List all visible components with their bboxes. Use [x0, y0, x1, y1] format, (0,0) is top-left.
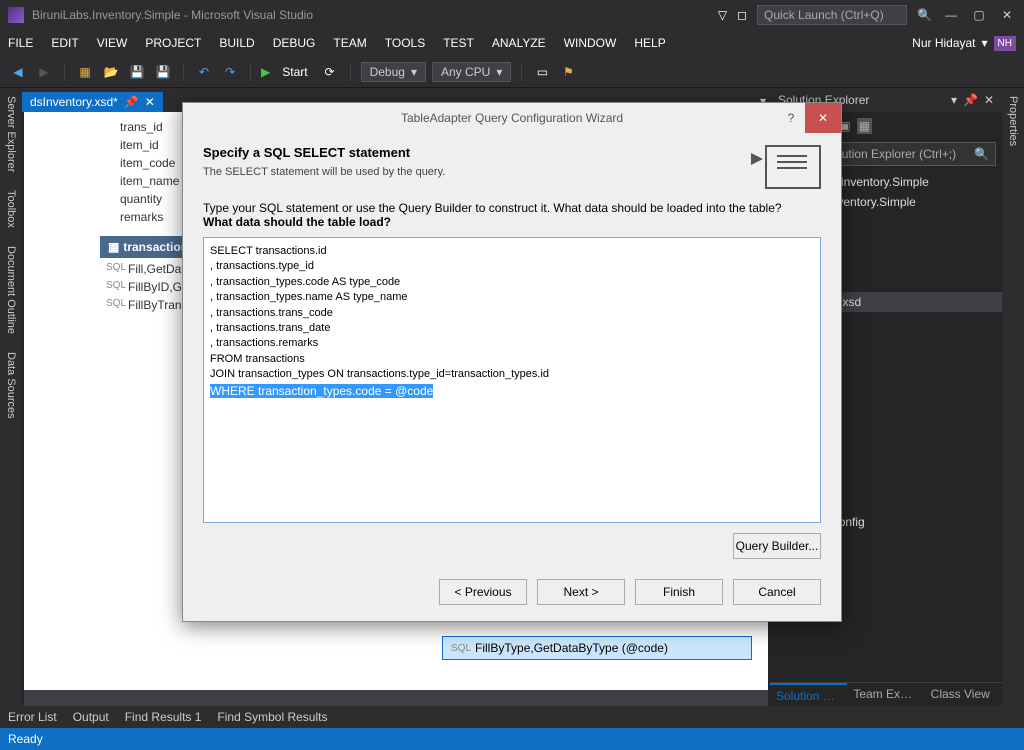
- menu-debug[interactable]: DEBUG: [273, 36, 316, 50]
- dialog-subheading: The SELECT statement will be used by the…: [203, 166, 753, 178]
- show-all-icon[interactable]: ▦: [857, 118, 872, 134]
- menu-window[interactable]: WINDOW: [564, 36, 617, 50]
- user-name[interactable]: Nur Hidayat: [912, 36, 975, 50]
- menu-project[interactable]: PROJECT: [145, 36, 201, 50]
- flag-icon[interactable]: ⚑: [558, 62, 578, 82]
- tab-data-sources[interactable]: Data Sources: [3, 350, 19, 421]
- menu-edit[interactable]: EDIT: [51, 36, 78, 50]
- dialog-help-icon[interactable]: ?: [777, 103, 805, 133]
- close-icon[interactable]: ✕: [998, 6, 1016, 24]
- horizontal-scrollbar[interactable]: [24, 690, 768, 706]
- tab-output[interactable]: Output: [73, 710, 109, 724]
- play-icon[interactable]: ▶: [261, 65, 270, 79]
- panel-menu-icon[interactable]: ▾: [951, 93, 957, 107]
- new-project-icon[interactable]: ▦: [75, 62, 95, 82]
- menu-test[interactable]: TEST: [443, 36, 474, 50]
- search-icon[interactable]: 🔍: [917, 8, 932, 22]
- tab-error-list[interactable]: Error List: [8, 710, 57, 724]
- pin-icon[interactable]: 📌: [124, 95, 139, 109]
- dialog-close-icon[interactable]: ✕: [805, 103, 841, 133]
- query-builder-button[interactable]: Query Builder...: [733, 533, 821, 559]
- next-button[interactable]: Next >: [537, 579, 625, 605]
- finish-button[interactable]: Finish: [635, 579, 723, 605]
- menu-tools[interactable]: TOOLS: [385, 36, 425, 50]
- status-bar: Ready: [0, 728, 1024, 750]
- user-badge[interactable]: NH: [994, 36, 1016, 51]
- nav-back-icon[interactable]: ◀: [8, 62, 28, 82]
- tab-server-explorer[interactable]: Server Explorer: [3, 94, 19, 174]
- start-button[interactable]: Start: [276, 65, 313, 79]
- nav-fwd-icon[interactable]: ▶: [34, 62, 54, 82]
- menu-analyze[interactable]: ANALYZE: [492, 36, 546, 50]
- vs-logo-icon: [8, 7, 24, 23]
- save-icon[interactable]: 💾: [127, 62, 147, 82]
- refresh-icon[interactable]: ⟳: [320, 62, 340, 82]
- wizard-glyph-icon: [765, 145, 821, 189]
- dialog-heading: Specify a SQL SELECT statement: [203, 145, 753, 160]
- menu-team[interactable]: TEAM: [333, 36, 366, 50]
- cancel-button[interactable]: Cancel: [733, 579, 821, 605]
- maximize-icon[interactable]: ▢: [970, 6, 988, 24]
- menu-file[interactable]: FILE: [8, 36, 33, 50]
- table-icon: ▦: [108, 240, 119, 254]
- document-tab[interactable]: dsInventory.xsd* 📌 ✕: [22, 92, 163, 112]
- panel-pin-icon[interactable]: 📌: [963, 93, 978, 107]
- quick-launch-input[interactable]: Quick Launch (Ctrl+Q): [757, 5, 907, 25]
- platform-select[interactable]: Any CPU▾: [432, 62, 511, 82]
- config-select[interactable]: Debug▾: [361, 62, 426, 82]
- window-title: BiruniLabs.Inventory.Simple - Microsoft …: [32, 8, 718, 22]
- panel-tab-team[interactable]: Team Explo...: [847, 683, 924, 706]
- tab-close-icon[interactable]: ✕: [145, 95, 155, 109]
- open-file-icon[interactable]: 📂: [101, 62, 121, 82]
- feedback-icon[interactable]: ▽: [718, 8, 727, 22]
- left-tool-strip: Server Explorer Toolbox Document Outline…: [0, 88, 22, 706]
- menu-view[interactable]: VIEW: [97, 36, 128, 50]
- browser-icon[interactable]: ▭: [532, 62, 552, 82]
- tab-find-results[interactable]: Find Results 1: [125, 710, 202, 724]
- menu-build[interactable]: BUILD: [219, 36, 254, 50]
- dialog-prompt: Type your SQL statement or use the Query…: [203, 201, 821, 229]
- redo-icon[interactable]: ↷: [220, 62, 240, 82]
- chevron-down-icon[interactable]: ▾: [982, 36, 988, 50]
- panel-tab-solution[interactable]: Solution Ex...: [770, 683, 847, 706]
- toolbar: ◀ ▶ ▦ 📂 💾 💾 ↶ ↷ ▶ Start ⟳ Debug▾ Any CPU…: [0, 56, 1024, 88]
- bottom-tabs: Error List Output Find Results 1 Find Sy…: [0, 706, 1024, 728]
- dataset-columns: trans_iditem_iditem_code item_namequanti…: [114, 118, 185, 226]
- panel-close-icon[interactable]: ✕: [984, 93, 994, 107]
- tableadapter-wizard-dialog: TableAdapter Query Configuration Wizard …: [182, 102, 842, 622]
- menu-bar: FILE EDIT VIEW PROJECT BUILD DEBUG TEAM …: [0, 30, 1024, 56]
- menu-help[interactable]: HELP: [634, 36, 665, 50]
- tab-toolbox[interactable]: Toolbox: [3, 188, 19, 230]
- selected-query[interactable]: SQL FillByType,GetDataByType (@code): [442, 636, 752, 660]
- tab-properties[interactable]: Properties: [1005, 94, 1021, 148]
- search-icon: 🔍: [974, 147, 989, 161]
- panel-tab-classview[interactable]: Class View: [925, 683, 1002, 706]
- save-all-icon[interactable]: 💾: [153, 62, 173, 82]
- notifications-icon[interactable]: ◻: [737, 8, 747, 22]
- undo-icon[interactable]: ↶: [194, 62, 214, 82]
- status-text: Ready: [8, 732, 43, 746]
- minimize-icon[interactable]: —: [942, 6, 960, 24]
- right-tool-strip: Properties: [1002, 88, 1024, 706]
- previous-button[interactable]: < Previous: [439, 579, 527, 605]
- tab-find-symbol[interactable]: Find Symbol Results: [217, 710, 327, 724]
- sql-textarea[interactable]: SELECT transactions.id , transactions.ty…: [203, 237, 821, 523]
- title-bar: BiruniLabs.Inventory.Simple - Microsoft …: [0, 0, 1024, 30]
- tab-document-outline[interactable]: Document Outline: [3, 244, 19, 336]
- dialog-title: TableAdapter Query Configuration Wizard: [401, 111, 623, 125]
